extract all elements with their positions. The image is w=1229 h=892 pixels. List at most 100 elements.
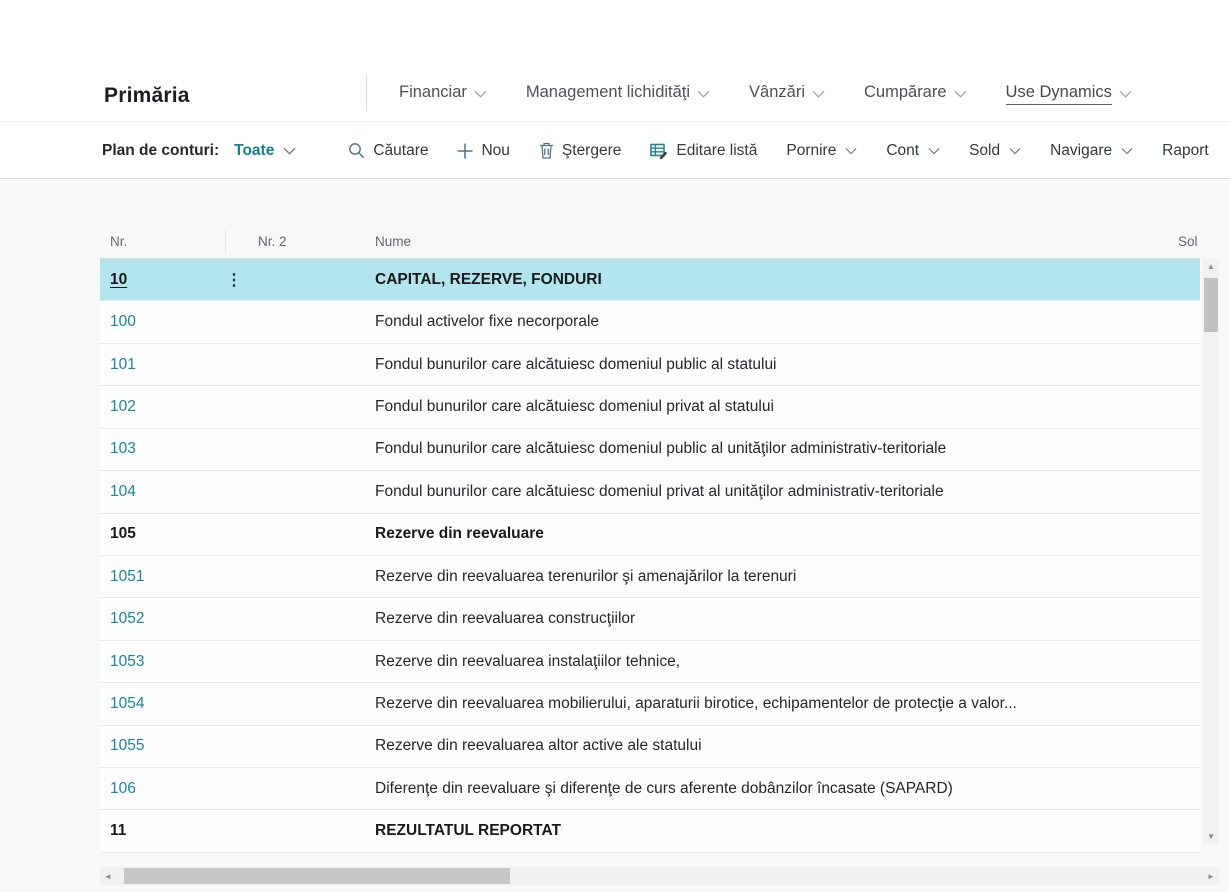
pornire-button[interactable]: Pornire <box>786 142 857 160</box>
cautare-button[interactable]: Căutare <box>348 142 428 160</box>
table-row[interactable]: 1052 ⋮ Rezerve din reevaluarea construcţ… <box>100 598 1200 640</box>
nav-item-label: Vânzări <box>749 83 805 105</box>
horizontal-scrollbar-thumb[interactable] <box>124 868 510 884</box>
table-row[interactable]: 103 ⋮ Fondul bunurilor care alcătuiesc d… <box>100 429 1200 471</box>
navigare-button[interactable]: Navigare <box>1050 142 1133 160</box>
nav-item-label: Cumpărare <box>864 83 947 105</box>
action-label: Cont <box>886 142 919 160</box>
view-filter-dropdown[interactable]: Toate <box>234 142 296 160</box>
action-label: Editare listă <box>676 142 757 160</box>
raport-button[interactable]: Raport <box>1162 142 1209 160</box>
top-navigation-bar: Primăria Financiar Management lichidităţ… <box>0 0 1229 122</box>
account-number-link[interactable]: 102 <box>110 398 136 416</box>
action-label: Sold <box>969 142 1000 160</box>
table-header: Nr. Nr. 2 Nume Sol <box>100 228 1200 258</box>
cont-button[interactable]: Cont <box>886 142 940 160</box>
editare-lista-button[interactable]: Editare listă <box>650 142 757 160</box>
account-name: Fondul bunurilor care alcătuiesc domeniu… <box>375 356 777 374</box>
account-name: CAPITAL, REZERVE, FONDURI <box>375 271 602 289</box>
account-number-link[interactable]: 106 <box>110 780 136 798</box>
chevron-down-icon <box>697 90 710 98</box>
action-toolbar: Plan de conturi: Toate Căutare Nou Şterg… <box>0 123 1229 179</box>
nav-item-label: Financiar <box>399 83 467 105</box>
account-number-link[interactable]: 103 <box>110 440 136 458</box>
account-name: Fondul bunurilor care alcătuiesc domeniu… <box>375 483 944 501</box>
vertical-scrollbar[interactable]: ▲ ▼ <box>1203 258 1219 844</box>
scroll-right-icon[interactable]: ► <box>1203 867 1219 885</box>
column-header-nr[interactable]: Nr. <box>110 234 127 249</box>
table-row[interactable]: 100 ⋮ Fondul activelor fixe necorporale <box>100 301 1200 343</box>
row-menu-icon[interactable]: ⋮ <box>226 270 242 290</box>
table-row[interactable]: 105 ⋮ Rezerve din reevaluare <box>100 514 1200 556</box>
account-number-link[interactable]: 105 <box>110 525 136 543</box>
action-label: Raport <box>1162 142 1209 160</box>
chevron-down-icon <box>954 90 967 98</box>
account-name: Rezerve din reevaluarea altor active ale… <box>375 737 702 755</box>
account-name: Rezerve din reevaluarea instalaţiilor te… <box>375 653 680 671</box>
account-name: REZULTATUL REPORTAT <box>375 822 561 840</box>
table-row[interactable]: 106 ⋮ Diferenţe din reevaluare şi difere… <box>100 768 1200 810</box>
horizontal-scrollbar[interactable]: ◄ ► <box>100 867 1219 885</box>
main-nav: Financiar Management lichidităţi Vânzări… <box>399 83 1171 105</box>
table-row[interactable]: 11 ⋮ REZULTATUL REPORTAT <box>100 810 1200 852</box>
chevron-down-icon <box>1121 147 1133 155</box>
chevron-down-icon <box>283 147 296 155</box>
scroll-up-icon[interactable]: ▲ <box>1203 258 1219 274</box>
account-name: Rezerve din reevaluarea terenurilor şi a… <box>375 568 796 586</box>
account-name: Rezerve din reevaluarea construcţiilor <box>375 610 635 628</box>
account-number-link[interactable]: 101 <box>110 356 136 374</box>
table-row[interactable]: 101 ⋮ Fondul bunurilor care alcătuiesc d… <box>100 344 1200 386</box>
nav-item-label: Use Dynamics <box>1006 83 1112 105</box>
table-edit-icon <box>650 143 668 159</box>
nav-item-management-lichiditati[interactable]: Management lichidităţi <box>526 83 710 105</box>
nav-item-use-dynamics[interactable]: Use Dynamics <box>1006 83 1132 105</box>
table-row[interactable]: 1054 ⋮ Rezerve din reevaluarea mobilieru… <box>100 683 1200 725</box>
account-name: Fondul bunurilor care alcătuiesc domeniu… <box>375 398 774 416</box>
account-number-link[interactable]: 1051 <box>110 568 144 586</box>
nav-item-cumparare[interactable]: Cumpărare <box>864 83 967 105</box>
account-number-link[interactable]: 1055 <box>110 737 144 755</box>
account-number-link[interactable]: 11 <box>110 822 126 840</box>
table-row[interactable]: 1055 ⋮ Rezerve din reevaluarea altor act… <box>100 726 1200 768</box>
view-filter-value: Toate <box>234 142 274 160</box>
scroll-down-icon[interactable]: ▼ <box>1203 828 1219 844</box>
nav-item-label: Management lichidităţi <box>526 83 690 105</box>
account-number-link[interactable]: 104 <box>110 483 136 501</box>
nav-item-financiar[interactable]: Financiar <box>399 83 487 105</box>
account-number-link[interactable]: 1054 <box>110 695 144 713</box>
account-name: Rezerve din reevaluare <box>375 525 544 543</box>
column-header-sold[interactable]: Sol <box>1178 234 1198 249</box>
action-label: Navigare <box>1050 142 1112 160</box>
plus-icon <box>457 143 473 159</box>
page-title: Plan de conturi: <box>102 142 219 160</box>
column-header-name[interactable]: Nume <box>375 234 411 249</box>
scroll-left-icon[interactable]: ◄ <box>100 867 116 885</box>
account-number-link[interactable]: 1052 <box>110 610 144 628</box>
account-number-link[interactable]: 1053 <box>110 653 144 671</box>
nou-button[interactable]: Nou <box>457 142 509 160</box>
account-name: Diferenţe din reevaluare şi diferenţe de… <box>375 780 953 798</box>
stergere-button[interactable]: Ştergere <box>539 142 621 160</box>
company-name[interactable]: Primăria <box>104 84 190 108</box>
search-icon <box>348 142 365 159</box>
chevron-down-icon <box>928 147 940 155</box>
account-name: Fondul bunurilor care alcătuiesc domeniu… <box>375 440 946 458</box>
account-name: Rezerve din reevaluarea mobilierului, ap… <box>375 695 1017 713</box>
table-row[interactable]: 1051 ⋮ Rezerve din reevaluarea terenuril… <box>100 556 1200 598</box>
account-number-link[interactable]: 10 <box>110 271 127 289</box>
nav-item-vanzari[interactable]: Vânzări <box>749 83 825 105</box>
action-label: Pornire <box>786 142 836 160</box>
nav-divider <box>366 75 367 111</box>
table-row[interactable]: 1053 ⋮ Rezerve din reevaluarea instalaţi… <box>100 641 1200 683</box>
table-row[interactable]: 10 ⋮ CAPITAL, REZERVE, FONDURI <box>100 259 1200 301</box>
action-label: Căutare <box>373 142 428 160</box>
chevron-down-icon <box>812 90 825 98</box>
vertical-scrollbar-thumb[interactable] <box>1204 278 1218 332</box>
trash-icon <box>539 142 554 159</box>
sold-button[interactable]: Sold <box>969 142 1021 160</box>
table-row[interactable]: 104 ⋮ Fondul bunurilor care alcătuiesc d… <box>100 471 1200 513</box>
account-number-link[interactable]: 100 <box>110 313 136 331</box>
column-divider <box>225 230 226 254</box>
column-header-nr2[interactable]: Nr. 2 <box>258 234 287 249</box>
table-row[interactable]: 102 ⋮ Fondul bunurilor care alcătuiesc d… <box>100 386 1200 428</box>
